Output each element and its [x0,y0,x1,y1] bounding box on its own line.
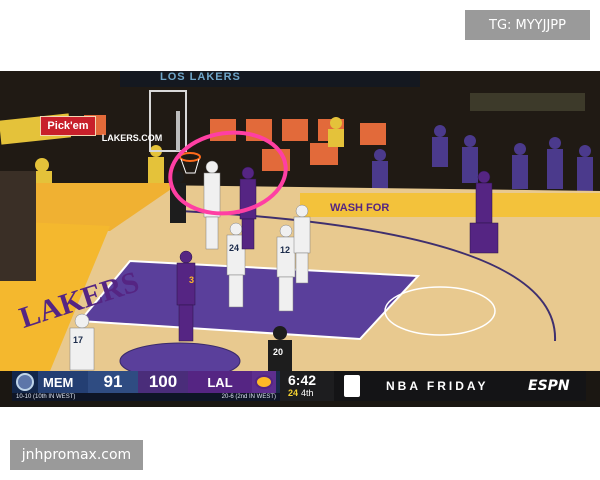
home-score: 100 [138,371,188,393]
away-record: 10-10 (10th IN WEST) [16,394,76,400]
home-record: 20-6 (2nd IN WEST) [221,394,276,400]
jersey-number: 20 [273,347,283,357]
show-title: NBA FRIDAY [386,379,489,393]
records-strip: 10-10 (10th IN WEST) 20-6 (2nd IN WEST) [12,393,280,401]
blurred-overlay [470,93,585,111]
telegram-watermark: TG: MYYJJPP [465,10,590,40]
lakers-com-sign: LAKERS.COM [101,133,163,143]
broadcast-frame: LAKERS WASH FOR 3 24 12 17 20 LOS LAKERS… [0,71,600,407]
period-info: 24 4th [288,388,334,399]
jersey-number: 17 [73,335,83,345]
sideline-text: WASH FOR [330,202,389,214]
period: 4th [301,388,314,398]
away-score: 91 [88,371,138,393]
jersey-number: 3 [189,275,194,285]
scoreboard-bug: MEM 91 100 LAL 10-10 (10th IN WEST) 20-6… [12,371,586,401]
arena-ribbon-text: LOS LAKERS [160,71,241,83]
away-team: MEM [38,371,88,393]
site-watermark: jnhpromax.com [10,440,143,470]
grizzlies-logo [12,371,38,393]
show-banner: NBA FRIDAY ESPN [334,371,586,401]
shot-clock: 24 [288,388,299,398]
jersey-number: 12 [280,245,290,255]
clock-time: 6:42 [288,372,317,388]
game-clock: 6:42 24 4th [280,371,334,401]
basket-stanchion [0,171,36,281]
jersey-number: 24 [229,243,239,253]
nba-logo-icon [344,375,360,397]
espn-logo: ESPN [528,378,570,394]
pickem-sign: Pick'em [40,116,96,136]
home-team: LAL [188,371,252,393]
lakers-logo [252,371,276,393]
